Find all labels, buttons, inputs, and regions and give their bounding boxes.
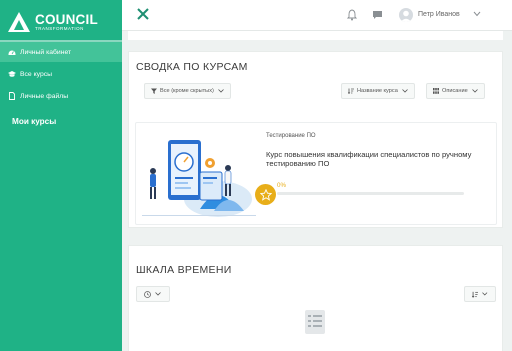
course-category: Тестирование ПО <box>266 133 316 139</box>
top-header: Петр Иванов <box>122 0 512 31</box>
clock-icon <box>144 290 151 298</box>
view-dropdown[interactable]: Описание <box>426 83 485 99</box>
progress-bar <box>277 192 464 195</box>
grid-icon <box>433 88 439 94</box>
chevron-down-icon <box>402 89 408 93</box>
progress-percent: 0% <box>277 182 286 189</box>
empty-list-icon <box>305 310 325 334</box>
view-label: Описание <box>442 88 468 94</box>
brand-logo[interactable]: COUNCIL TRANSFORMATION <box>8 10 98 34</box>
sidebar-item-label: Личный кабинет <box>20 48 72 56</box>
sidebar-item-all-courses[interactable]: Все курсы <box>0 64 122 84</box>
chevron-down-icon[interactable] <box>473 11 481 17</box>
chevron-down-icon <box>155 292 161 296</box>
sort-icon <box>472 291 479 298</box>
sidebar-item-label: Все курсы <box>20 70 53 78</box>
filter-icon <box>151 88 157 94</box>
chevron-down-icon <box>471 89 478 93</box>
course-name-link[interactable]: Курс повышения квалификации специалистов… <box>266 150 476 169</box>
sidebar-item-personal-files[interactable]: Личные файлы <box>0 86 122 106</box>
close-icon[interactable] <box>135 6 151 22</box>
timeline-sort-dropdown[interactable] <box>464 286 496 302</box>
course-filter-dropdown[interactable]: Все (кроме скрытых) <box>144 83 231 99</box>
sidebar-item-dashboard[interactable]: Личный кабинет <box>0 42 122 62</box>
file-icon <box>8 92 16 100</box>
course-illustration <box>142 140 256 217</box>
course-overview-card: СВОДКА ПО КУРСАМ Все (кроме скрытых) Наз… <box>128 51 503 228</box>
brand-name: COUNCIL <box>35 11 98 27</box>
sort-label: Название курса <box>357 88 398 94</box>
my-courses-heading[interactable]: Мои курсы <box>12 117 56 126</box>
bell-icon[interactable] <box>347 9 357 21</box>
brand-tagline: TRANSFORMATION <box>35 26 84 31</box>
chevron-down-icon <box>482 292 488 296</box>
timeline-filter-dropdown[interactable] <box>136 286 170 302</box>
timeline-title: ШКАЛА ВРЕМЕНИ <box>136 264 232 276</box>
course-card[interactable]: Тестирование ПО Курс повышения квалифика… <box>135 122 497 225</box>
star-icon <box>255 184 276 205</box>
chevron-down-icon <box>218 89 224 93</box>
sidebar-item-label: Личные файлы <box>20 92 69 100</box>
dashboard-icon <box>8 48 16 56</box>
courses-icon <box>8 70 16 78</box>
top-block-end <box>128 31 503 40</box>
logo-mark-icon <box>8 12 30 32</box>
timeline-card: ШКАЛА ВРЕМЕНИ <box>128 245 503 351</box>
sidebar: COUNCIL TRANSFORMATION Личный кабинет Вс… <box>0 0 122 351</box>
sort-icon <box>348 88 354 94</box>
user-name[interactable]: Петр Иванов <box>418 11 460 18</box>
sort-dropdown[interactable]: Название курса <box>341 83 415 99</box>
course-overview-title: СВОДКА ПО КУРСАМ <box>136 61 248 73</box>
course-filter-label: Все (кроме скрытых) <box>160 88 214 94</box>
chat-icon[interactable] <box>372 10 383 20</box>
avatar[interactable] <box>399 8 413 22</box>
